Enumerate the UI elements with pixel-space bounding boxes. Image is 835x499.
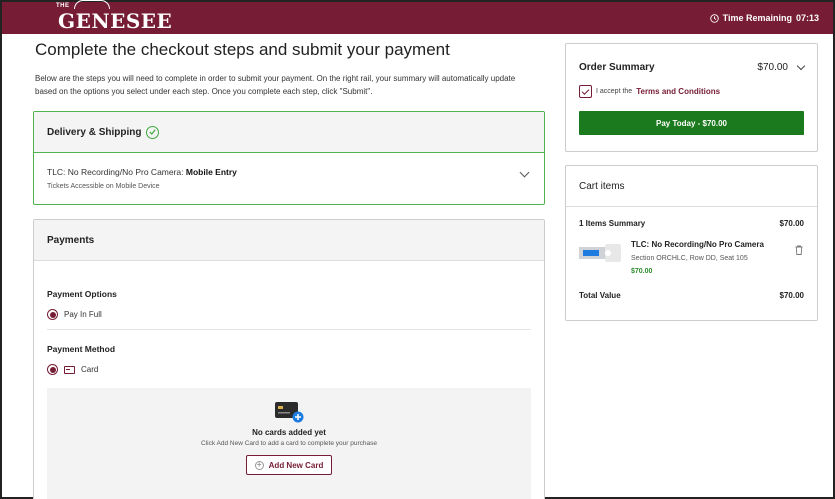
check-circle-icon xyxy=(146,125,160,139)
total-row: Total Value $70.00 xyxy=(566,275,817,300)
ticket-icon xyxy=(579,244,621,262)
delivery-header: Delivery & Shipping xyxy=(34,112,544,153)
order-summary-header[interactable]: Order Summary $70.00 xyxy=(566,44,817,73)
timer-value: 07:13 xyxy=(795,13,819,23)
pay-in-full-label: Pay In Full xyxy=(64,310,102,319)
cart-item-info: TLC: No Recording/No Pro Camera Section … xyxy=(631,240,764,275)
terms-link[interactable]: Terms and Conditions xyxy=(636,87,720,96)
cart-summary-label: 1 Items Summary xyxy=(579,219,646,228)
radio-selected-icon[interactable] xyxy=(47,364,58,375)
no-cards-panel: No cards added yet Click Add New Card to… xyxy=(47,388,531,499)
logo-small-text: THE xyxy=(56,3,70,9)
plus-circle-icon: + xyxy=(254,460,264,470)
delivery-option[interactable]: TLC: No Recording/No Pro Camera: Mobile … xyxy=(34,153,544,204)
delivery-option-sub: Tickets Accessible on Mobile Device xyxy=(47,183,160,190)
delivery-option-line: TLC: No Recording/No Pro Camera: Mobile … xyxy=(47,167,531,177)
order-summary-title: Order Summary xyxy=(579,62,655,73)
top-bar: THE GENESEE Time Remaining 07:13 xyxy=(2,0,833,34)
pay-in-full-option[interactable]: Pay In Full xyxy=(47,309,544,320)
cart-items-title: Cart items xyxy=(566,166,817,207)
cart-summary-price: $70.00 xyxy=(779,219,804,228)
clock-icon xyxy=(709,13,719,23)
order-summary-price: $70.00 xyxy=(757,62,788,73)
credit-card-icon xyxy=(64,365,75,374)
checkout-main: Complete the checkout steps and submit y… xyxy=(32,34,546,499)
add-new-card-label: Add New Card xyxy=(268,460,324,470)
order-summary-price-group: $70.00 xyxy=(757,61,806,73)
payment-options-label: Payment Options xyxy=(47,289,117,299)
chevron-down-icon[interactable] xyxy=(796,61,806,70)
terms-row: I accept the Terms and Conditions xyxy=(579,85,817,98)
radio-selected-icon[interactable] xyxy=(47,309,58,320)
delivery-option-prefix: TLC: No Recording/No Pro Camera: xyxy=(47,167,184,177)
total-label: Total Value xyxy=(579,291,621,300)
terms-prefix: I accept the xyxy=(596,88,633,95)
page-title: Complete the checkout steps and submit y… xyxy=(35,40,450,59)
payment-method-label: Payment Method xyxy=(47,344,116,354)
timer-label: Time Remaining xyxy=(722,13,792,23)
intro-text: Below are the steps you will need to com… xyxy=(35,74,516,96)
time-remaining: Time Remaining 07:13 xyxy=(709,13,819,23)
trash-icon[interactable] xyxy=(795,242,803,260)
delivery-option-method: Mobile Entry xyxy=(185,167,237,177)
genesee-logo[interactable]: THE GENESEE xyxy=(56,0,173,33)
no-cards-subtitle: Click Add New Card to add a card to comp… xyxy=(201,440,377,447)
divider xyxy=(47,329,531,330)
card-method-option[interactable]: Card xyxy=(47,364,544,375)
cart-items-panel: Cart items 1 Items Summary $70.00 TLC: N… xyxy=(565,165,818,321)
logo-text: GENESEE xyxy=(58,9,173,33)
delivery-title: Delivery & Shipping xyxy=(47,126,142,138)
no-cards-title: No cards added yet xyxy=(252,428,326,437)
payments-section: Payments Payment Options Pay In Full Pay… xyxy=(33,219,545,499)
cart-item-price: $70.00 xyxy=(631,268,653,275)
payments-title: Payments xyxy=(34,220,544,261)
cart-item: TLC: No Recording/No Pro Camera Section … xyxy=(566,228,817,275)
add-card-illustration-icon xyxy=(274,400,304,424)
cart-summary-row: 1 Items Summary $70.00 xyxy=(566,207,817,228)
cart-item-seat: Section ORCHLC, Row DD, Seat 105 xyxy=(631,255,748,262)
pay-today-button[interactable]: Pay Today - $70.00 xyxy=(579,111,804,135)
terms-checkbox[interactable] xyxy=(579,85,592,98)
cart-item-name: TLC: No Recording/No Pro Camera xyxy=(631,240,764,249)
order-summary-panel: Order Summary $70.00 I accept the Terms … xyxy=(565,43,818,152)
card-method-label: Card xyxy=(81,365,99,374)
logo-arch-icon xyxy=(74,0,110,9)
add-new-card-button[interactable]: + Add New Card xyxy=(245,455,333,475)
total-price: $70.00 xyxy=(779,291,804,300)
delivery-shipping-section: Delivery & Shipping TLC: No Recording/No… xyxy=(33,111,545,205)
